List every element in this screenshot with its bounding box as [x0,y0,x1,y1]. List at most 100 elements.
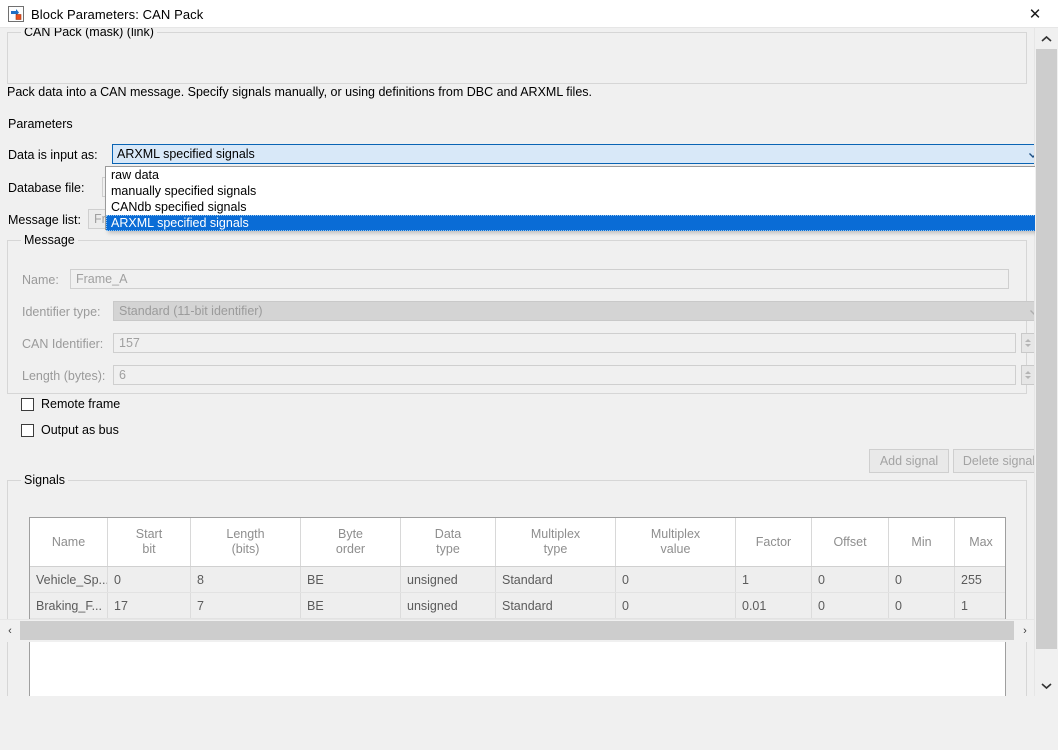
signals-column-header[interactable]: Max [955,518,1005,566]
signals-table-header: Name Start bit Length (bits) Byte order Data typ… [30,518,1005,567]
column-header-line: bit [142,542,156,556]
signals-table[interactable]: Name Start bit Length (bits) Byte order Data typ… [29,517,1006,696]
description-legend: CAN Pack (mask) (link) [21,28,157,39]
signals-column-header[interactable]: Factor [736,518,812,566]
message-name-input[interactable]: Frame_A [70,269,1009,289]
can-identifier-input[interactable]: 157 [113,333,1016,353]
chevron-right-icon[interactable]: › [1015,620,1035,642]
stepper-down-icon [1025,376,1031,379]
column-header-line: Multiplex [530,527,581,541]
column-header-line: Start [135,527,163,541]
can-identifier-label: CAN Identifier: [22,337,104,351]
table-cell[interactable]: 0 [616,567,736,592]
chevron-up-icon[interactable] [1035,28,1058,49]
message-legend: Message [21,233,78,247]
signals-column-header[interactable]: Min [889,518,955,566]
remote-frame-label: Remote frame [41,397,121,411]
table-cell[interactable]: Braking_F... [30,593,108,618]
stepper-up-icon [1025,371,1031,374]
length-bytes-stepper[interactable] [1021,365,1035,385]
vertical-scrollbar[interactable] [1034,28,1058,696]
signals-legend: Signals [21,473,68,487]
simulink-block-icon [8,6,24,22]
data-input-dropdown-list[interactable]: raw data manually specified signals CANd… [105,166,1035,231]
table-cell[interactable]: Standard [496,593,616,618]
horizontal-scrollbar-thumb[interactable] [20,621,1014,640]
table-cell[interactable]: 8 [191,567,301,592]
signals-column-header[interactable]: Data type [401,518,496,566]
column-header-line: Min [911,534,932,549]
table-cell[interactable]: 255 [955,567,1005,592]
dialog-window: Block Parameters: CAN Pack ✕ CAN Pack (m… [0,0,1058,750]
chevron-left-icon[interactable]: ‹ [0,620,20,642]
vertical-scrollbar-track[interactable] [1035,49,1058,675]
table-cell[interactable]: 17 [108,593,191,618]
column-header-line: Length [226,527,265,541]
chevron-down-icon[interactable] [1035,675,1058,696]
column-header-line: (bits) [231,542,260,556]
title-bar: Block Parameters: CAN Pack ✕ [0,0,1058,28]
add-signal-button[interactable]: Add signal [869,449,949,473]
can-identifier-value: 157 [119,336,140,350]
dropdown-option-raw-data[interactable]: raw data [106,167,1035,183]
description-text: Pack data into a CAN message. Specify si… [7,85,592,99]
dropdown-option-arxml-specified-signals[interactable]: ARXML specified signals [106,215,1035,231]
dropdown-option-manually-specified-signals[interactable]: manually specified signals [106,183,1035,199]
identifier-type-label: Identifier type: [22,305,101,319]
table-row[interactable]: Braking_F... 17 7 BE unsigned Standard 0 0.01 0 0… [30,593,1005,619]
table-cell[interactable]: 0 [812,593,889,618]
checkbox-box [21,397,34,411]
table-cell[interactable]: 0 [889,567,955,592]
signals-column-header[interactable]: Multiplex type [496,518,616,566]
signals-column-header[interactable]: Length (bits) [191,518,301,566]
can-identifier-stepper[interactable] [1021,333,1035,353]
column-header-line: Data [434,527,462,541]
column-header-line: Multiplex [650,527,701,541]
table-cell[interactable]: Standard [496,567,616,592]
horizontal-scrollbar[interactable]: ‹ › [0,619,1035,642]
signals-column-header[interactable]: Multiplex value [616,518,736,566]
column-header-line: type [543,542,568,556]
table-cell[interactable]: 0 [108,567,191,592]
column-header-line: value [660,542,691,556]
table-cell[interactable]: BE [301,567,401,592]
identifier-type-value: Standard (11-bit identifier) [119,304,263,318]
message-name-label: Name: [22,273,59,287]
delete-signal-button[interactable]: Delete signal [953,449,1035,473]
table-cell[interactable]: unsigned [401,567,496,592]
signals-column-header[interactable]: Offset [812,518,889,566]
database-file-label: Database file: [8,181,85,195]
signals-column-header[interactable]: Byte order [301,518,401,566]
column-header-line: Offset [833,534,867,549]
signals-table-body: Vehicle_Sp... 0 8 BE unsigned Standard 0 1 0 0 255… [30,567,1005,619]
length-bytes-label: Length (bytes): [22,369,106,383]
data-input-combobox[interactable]: ARXML specified signals [112,144,1035,164]
column-header-line: type [436,542,460,556]
dropdown-option-candb-specified-signals[interactable]: CANdb specified signals [106,199,1035,215]
output-as-bus-checkbox[interactable]: Output as bus [21,423,119,437]
column-header-line: order [335,542,366,556]
parameters-section-label: Parameters [8,117,73,131]
column-header-line: Max [969,534,993,549]
table-cell[interactable]: 7 [191,593,301,618]
table-cell[interactable]: 0 [889,593,955,618]
signals-column-header[interactable]: Start bit [108,518,191,566]
table-cell[interactable]: 0 [812,567,889,592]
close-icon[interactable]: ✕ [1012,0,1058,28]
identifier-type-combobox[interactable]: Standard (11-bit identifier) [113,301,1035,321]
table-cell[interactable]: unsigned [401,593,496,618]
table-cell[interactable]: 1 [955,593,1005,618]
table-cell[interactable]: 0 [616,593,736,618]
table-cell[interactable]: 0.01 [736,593,812,618]
length-bytes-input[interactable]: 6 [113,365,1016,385]
description-groupbox: CAN Pack (mask) (link) [7,28,1027,84]
signals-column-header[interactable]: Name [30,518,108,566]
vertical-scrollbar-thumb[interactable] [1036,49,1057,649]
table-cell[interactable]: 1 [736,567,812,592]
remote-frame-checkbox[interactable]: Remote frame [21,397,120,411]
table-cell[interactable]: Vehicle_Sp... [30,567,108,592]
message-name-value: Frame_A [76,272,128,286]
dialog-content: CAN Pack (mask) (link) Pack data into a … [0,28,1035,696]
table-row[interactable]: Vehicle_Sp... 0 8 BE unsigned Standard 0 1 0 0 255 [30,567,1005,593]
table-cell[interactable]: BE [301,593,401,618]
